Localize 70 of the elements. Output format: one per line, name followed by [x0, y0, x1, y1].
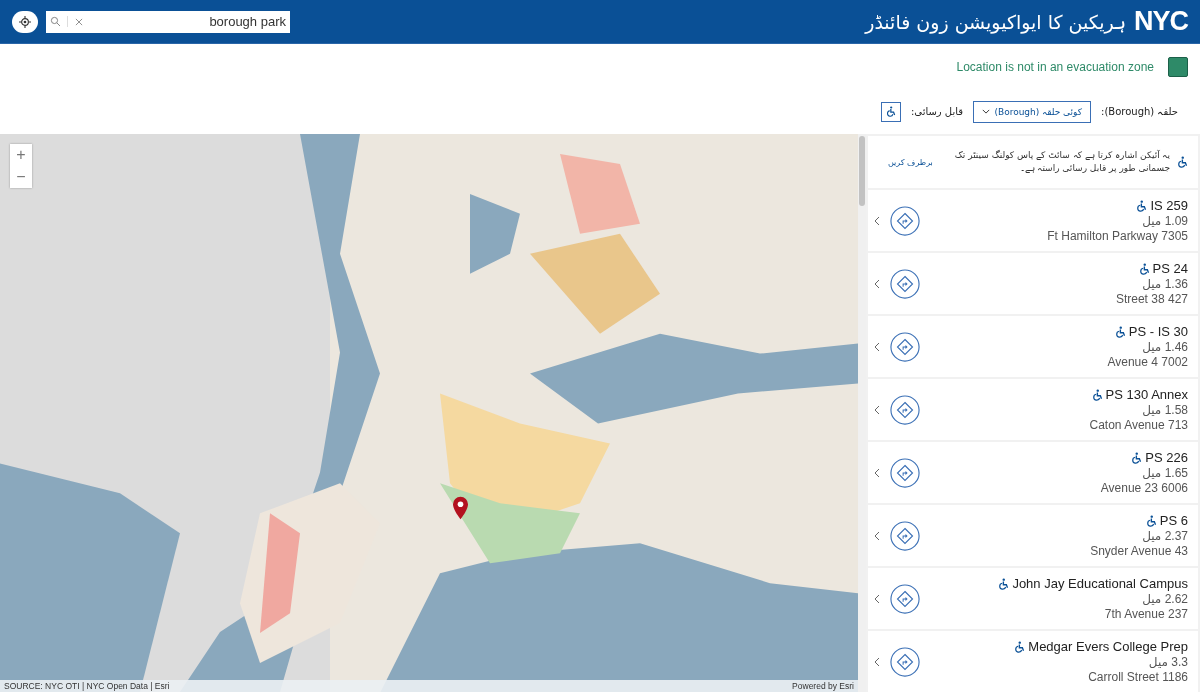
borough-select[interactable]: کوئی حلقہ (Borough) — [973, 100, 1092, 123]
address-text: 7th Avenue 237 — [1104, 607, 1188, 621]
site-name: PS - IS 30 — [1128, 324, 1188, 339]
directions-icon[interactable] — [890, 457, 920, 488]
location-pin-icon — [453, 496, 468, 520]
search-icon — [50, 16, 68, 27]
site-name: Medgar Evers College Prep — [1028, 639, 1188, 654]
distance-text: 1.36 میل — [1142, 277, 1188, 291]
chevron-left-icon[interactable] — [874, 593, 880, 604]
site-name: PS 24 — [1152, 261, 1188, 276]
address-text: Caton Avenue 713 — [1089, 418, 1188, 432]
address-text: Street 38 427 — [1115, 292, 1188, 306]
directions-icon[interactable] — [890, 520, 920, 551]
chevron-left-icon[interactable] — [874, 215, 880, 226]
dismiss-link[interactable]: برطرف کریں — [878, 157, 943, 167]
chevron-down-icon — [982, 109, 991, 114]
wheelchair-icon — [1130, 451, 1143, 464]
accessibility-note: یہ آئیکن اشارہ کرتا ہے کہ سائٹ کے پاس کولنگ سینٹر تک جسمانی طور پر قابل رسائی راستہ ہے۔ — [953, 148, 1170, 175]
distance-text: 1.09 میل — [1142, 214, 1188, 228]
directions-icon[interactable] — [890, 394, 920, 425]
nyc-logo: NYC — [1134, 6, 1188, 37]
wheelchair-icon — [997, 577, 1010, 590]
chevron-left-icon[interactable] — [874, 278, 880, 289]
zoom-out-button[interactable]: − — [10, 166, 32, 188]
chevron-left-icon[interactable] — [874, 467, 880, 478]
distance-text: 2.37 میل — [1142, 529, 1188, 543]
wheelchair-icon — [1090, 388, 1103, 401]
borough-label: حلقہ (Borough): — [1101, 106, 1178, 117]
directions-icon[interactable] — [890, 331, 920, 362]
chevron-left-icon[interactable] — [874, 656, 880, 667]
distance-text: 1.65 میل — [1142, 466, 1188, 480]
site-name: IS 259 — [1150, 198, 1188, 213]
site-name: John Jay Educational Campus — [1012, 576, 1188, 591]
source-text: SOURCE: NYC OTI | NYC Open Data | Esri — [4, 680, 170, 692]
wheelchair-icon — [1135, 199, 1148, 212]
directions-icon[interactable] — [890, 268, 920, 299]
locate-icon — [19, 15, 31, 28]
distance-text: 1.46 میل — [1142, 340, 1188, 354]
address-text: Avenue 4 7002 — [1107, 355, 1188, 369]
site-name: PS 130 Annex — [1105, 387, 1188, 402]
distance-text: 3.3 میل — [1148, 655, 1188, 669]
chevron-left-icon[interactable] — [874, 404, 880, 415]
directions-icon[interactable] — [890, 646, 920, 677]
address-text: Carroll Street 1186 — [1088, 670, 1188, 684]
directions-icon[interactable] — [890, 583, 920, 614]
wheelchair-icon — [1013, 640, 1026, 653]
search-bar[interactable]: borough park — [46, 10, 290, 33]
site-name: PS 6 — [1159, 513, 1188, 528]
chevron-left-icon[interactable] — [874, 341, 880, 352]
zoom-in-button[interactable]: + — [10, 144, 32, 166]
address-text: Snyder Avenue 43 — [1090, 544, 1188, 558]
wheelchair-icon — [1137, 262, 1150, 275]
directions-icon[interactable] — [890, 205, 920, 236]
address-text: Avenue 23 6006 — [1100, 481, 1188, 495]
address-text: Ft Hamilton Parkway 7305 — [1047, 229, 1188, 243]
powered-by-text: Powered by Esri — [792, 680, 854, 692]
wheelchair-icon — [1113, 325, 1126, 338]
wheelchair-icon — [1176, 156, 1188, 168]
accessible-label: قابل رسائی: — [910, 106, 964, 117]
locate-button[interactable] — [12, 10, 38, 33]
app-title: ہریکین کا ایواکیویشن زون فائنڈر — [865, 10, 1126, 33]
wheelchair-icon — [1144, 514, 1157, 527]
site-name: PS 226 — [1145, 450, 1188, 465]
chevron-left-icon[interactable] — [874, 530, 880, 541]
wheelchair-icon — [885, 106, 897, 117]
distance-text: 2.62 میل — [1142, 592, 1188, 606]
distance-text: 1.58 میل — [1142, 403, 1188, 417]
accessible-toggle[interactable] — [880, 101, 901, 122]
clear-icon[interactable] — [74, 16, 84, 27]
zone-status-text: Location is not in an evacuation zone — [956, 59, 1154, 74]
